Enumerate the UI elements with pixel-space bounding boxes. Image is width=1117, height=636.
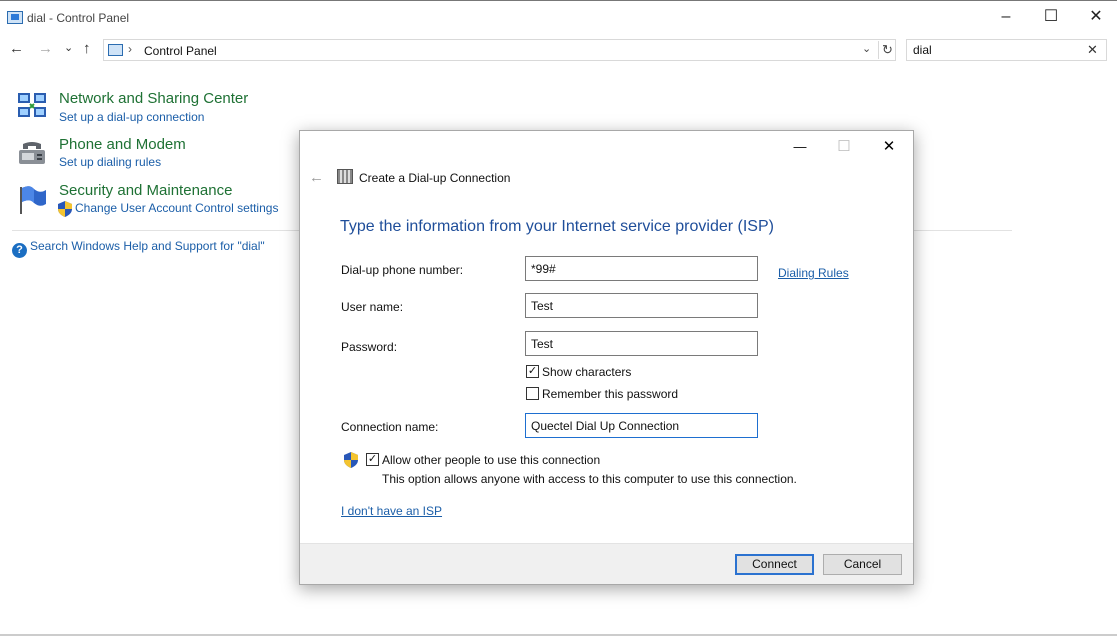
control-panel-icon	[108, 44, 123, 56]
help-search-link[interactable]: ? Search Windows Help and Support for "di…	[12, 239, 265, 258]
close-button[interactable]: ✕	[1073, 6, 1117, 30]
search-clear-button[interactable]: ✕	[1087, 42, 1098, 58]
result-heading[interactable]: Phone and Modem	[59, 136, 186, 153]
wizard-title: Create a Dial-up Connection	[359, 171, 511, 185]
minimize-button[interactable]: –	[983, 6, 1029, 30]
result-heading[interactable]: Network and Sharing Center	[59, 90, 248, 107]
wizard-back-button[interactable]: ←	[309, 169, 324, 186]
result-link[interactable]: Set up a dial-up connection	[59, 110, 204, 124]
up-button[interactable]: ↑	[83, 41, 91, 57]
address-dropdown-button[interactable]: ⌄	[862, 42, 871, 55]
result-heading[interactable]: Security and Maintenance	[59, 182, 232, 199]
help-search-text[interactable]: Search Windows Help and Support for "dia…	[30, 239, 265, 253]
phone-number-field[interactable]	[525, 256, 758, 281]
username-field[interactable]	[525, 293, 758, 318]
refresh-button[interactable]: ↻	[878, 41, 896, 59]
recent-locations-button[interactable]: ⌄	[64, 40, 73, 56]
uac-shield-icon	[344, 452, 358, 468]
show-characters-checkbox[interactable]: ✓	[526, 365, 539, 378]
security-flag-icon	[20, 186, 46, 214]
allow-others-description: This option allows anyone with access to…	[382, 472, 797, 486]
connection-name-field[interactable]	[525, 413, 758, 438]
dialog-minimize-button[interactable]: —	[777, 137, 823, 159]
wizard-heading: Type the information from your Internet …	[340, 218, 774, 235]
password-field[interactable]	[525, 331, 758, 356]
dialup-wizard-icon	[337, 169, 353, 184]
back-button[interactable]: ←	[9, 41, 24, 57]
forward-button[interactable]: →	[38, 41, 53, 57]
remember-password-checkbox[interactable]	[526, 387, 539, 400]
show-characters-label: Show characters	[542, 365, 632, 379]
window-title: dial - Control Panel	[27, 11, 130, 25]
allow-others-label: Allow other people to use this connectio…	[382, 453, 601, 467]
result-link[interactable]: Change User Account Control settings	[75, 201, 278, 215]
username-label: User name:	[341, 300, 404, 314]
search-box[interactable]: ✕	[906, 39, 1107, 61]
network-sharing-icon	[18, 93, 46, 117]
help-icon: ?	[12, 243, 27, 258]
control-panel-icon	[7, 11, 23, 24]
breadcrumb-control-panel[interactable]: Control Panel	[144, 44, 217, 58]
maximize-button[interactable]: ☐	[1028, 6, 1074, 30]
remember-password-label: Remember this password	[542, 387, 679, 401]
breadcrumb-separator: ›	[128, 42, 132, 56]
phone-modem-icon	[19, 142, 45, 164]
cancel-button[interactable]: Cancel	[823, 554, 902, 575]
password-label: Password:	[341, 340, 398, 354]
connect-button[interactable]: Connect	[735, 554, 814, 575]
dialog-footer: Connect Cancel	[300, 543, 913, 584]
dialog-close-button[interactable]: ✕	[866, 137, 912, 159]
search-input[interactable]	[907, 40, 1082, 60]
allow-others-checkbox[interactable]: ✓	[366, 453, 379, 466]
connection-name-label: Connection name:	[341, 420, 439, 434]
address-bar[interactable]: › Control Panel ⌄ ↻	[103, 39, 896, 61]
navigation-bar: ← → ⌄ ↑ › Control Panel ⌄ ↻ ✕	[0, 38, 1117, 62]
dialing-rules-link[interactable]: Dialing Rules	[778, 266, 849, 280]
dialup-dialog: — ☐ ✕ ← Create a Dial-up Connection Type…	[299, 130, 914, 585]
dialog-maximize-button: ☐	[837, 138, 851, 155]
window-titlebar: dial - Control Panel – ☐ ✕	[0, 0, 1117, 34]
result-link[interactable]: Set up dialing rules	[59, 155, 161, 169]
uac-shield-icon	[58, 201, 72, 217]
phone-number-label: Dial-up phone number:	[341, 263, 464, 277]
no-isp-link[interactable]: I don't have an ISP	[341, 504, 442, 518]
